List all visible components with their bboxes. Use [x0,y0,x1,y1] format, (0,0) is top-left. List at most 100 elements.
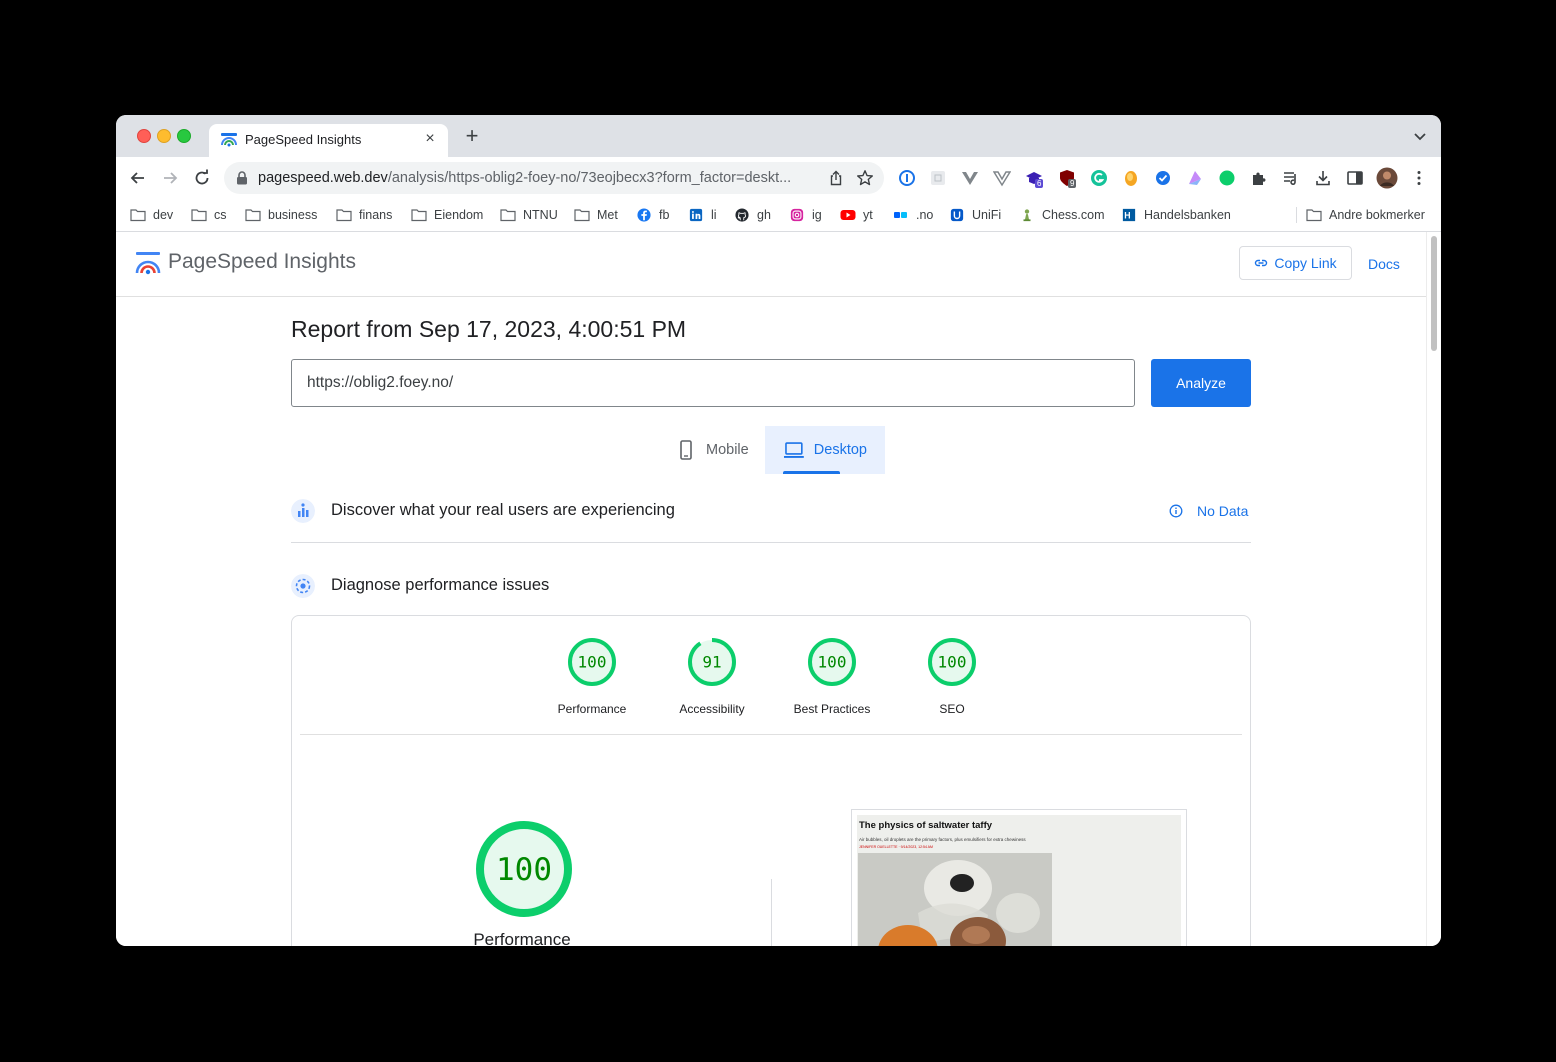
analyze-button[interactable]: Analyze [1151,359,1251,407]
score-label: Performance [557,702,627,716]
chevron-down-icon[interactable] [1413,129,1427,143]
tab-desktop[interactable]: Desktop [765,426,885,474]
browser-window: PageSpeed Insights × + pagespeed.web.dev… [116,115,1441,946]
bookmark-handelsbanken[interactable]: H Handelsbanken [1121,206,1231,224]
bookmark-label: fb [659,208,670,222]
reload-icon[interactable] [193,169,211,187]
kebab-menu-icon[interactable] [1410,169,1428,187]
gauge-ring: 100 [928,638,976,686]
close-window-button[interactable] [137,129,151,143]
bookmark-label: business [268,208,318,222]
bookmark-gh[interactable]: gh [734,206,771,224]
page-content: PageSpeed Insights Copy Link Docs Report… [116,232,1426,946]
back-icon[interactable] [129,169,147,187]
copy-link-label: Copy Link [1274,255,1337,271]
bookmark-folder-ntnu[interactable]: NTNU [500,206,558,224]
screenshot-subhead: Air bubbles, oil droplets are the primar… [859,837,1026,842]
1password-icon[interactable] [898,169,916,187]
extension-badge: 9 [1068,179,1077,188]
bookmark-label: gh [757,208,771,222]
address-bar[interactable]: pagespeed.web.dev/analysis/https-oblig2-… [224,162,884,194]
link-icon [1255,259,1268,267]
final-screenshot: The physics of saltwater taffy Air bubbl… [851,809,1187,946]
pastel-icon[interactable] [1186,169,1204,187]
profile-avatar[interactable] [1376,167,1398,189]
grammarly-icon[interactable] [1090,169,1108,187]
tab-mobile[interactable]: Mobile [657,426,767,474]
tab-close-icon[interactable]: × [420,129,440,149]
bookmark-yt[interactable]: yt [840,206,873,224]
ublock-shield-icon[interactable]: 9 [1058,169,1080,191]
folder-icon [574,209,590,222]
bookmark-folder-finans[interactable]: finans [336,206,392,224]
bookmark-star-icon[interactable] [856,169,874,187]
youtube-icon [840,210,856,220]
share-icon[interactable] [828,170,844,186]
forward-icon[interactable] [161,169,179,187]
handelsbanken-icon: H [1122,208,1136,222]
tab-desktop-label: Desktop [813,442,867,458]
scrollbar-thumb[interactable] [1431,236,1437,351]
url-host: pagespeed.web.dev [258,170,388,186]
bookmark-folder-other[interactable]: Andre bokmerker [1306,206,1425,224]
score-gauge-accessibility[interactable]: 91 Accessibility [662,636,762,716]
url-input[interactable] [291,359,1135,407]
score-gauge-performance[interactable]: 100 Performance [542,636,642,716]
bookmark-unifi[interactable]: UniFi [949,206,1001,224]
honey-icon[interactable] [1122,169,1140,187]
bookmark-label: Handelsbanken [1144,208,1231,222]
download-icon[interactable] [1314,169,1332,187]
minimize-window-button[interactable] [157,129,171,143]
puzzle-icon[interactable] [1250,169,1268,187]
address-url[interactable]: pagespeed.web.dev/analysis/https-oblig2-… [258,170,818,186]
instagram-icon [790,208,804,222]
extension-grid-icon[interactable] [929,169,947,187]
folder-icon [500,209,516,222]
score-gauge-seo[interactable]: 100 SEO [902,636,1002,716]
bookmark-chess[interactable]: Chess.com [1019,206,1105,224]
tab-selected-indicator [783,471,840,474]
vertical-divider [771,879,772,946]
bookmark-folder-cs[interactable]: cs [191,206,227,224]
new-tab-button[interactable]: + [460,124,484,148]
psi-header: PageSpeed Insights Copy Link Docs [116,232,1426,297]
media-queue-icon[interactable] [1282,169,1300,187]
score-gauge-best-practices[interactable]: 100 Best Practices [782,636,882,716]
score-value: 100 [578,653,607,672]
bookmark-li[interactable]: li [688,206,717,224]
zoom-window-button[interactable] [177,129,191,143]
bookmark-folder-eiendom[interactable]: Eiendom [411,206,483,224]
bookmark-label: Andre bokmerker [1329,208,1425,222]
finn-icon [894,212,907,218]
users-chart-icon [291,499,315,523]
bookmark-label: Met [597,208,618,222]
copy-link-button[interactable]: Copy Link [1239,246,1352,280]
bookmark-folder-dev[interactable]: dev [130,206,173,224]
bookmark-label: yt [863,208,873,222]
check-badge-icon[interactable] [1154,169,1172,187]
folder-icon [411,209,427,222]
bookmark-label: ig [812,208,822,222]
no-data-link[interactable]: No Data [1169,503,1248,519]
laptop-icon [783,442,804,458]
page-scrollbar[interactable] [1426,232,1441,946]
psi-brand-title: PageSpeed Insights [168,250,356,273]
vue-devtools-icon[interactable] [961,169,979,187]
green-dot-icon[interactable] [1218,169,1236,187]
folder-icon [336,209,352,222]
bookmark-folder-business[interactable]: business [245,206,317,224]
docs-link[interactable]: Docs [1368,256,1400,272]
diagnose-gauge-icon [291,574,315,598]
bookmark-finn[interactable]: .no [893,206,933,224]
report-title: Report from Sep 17, 2023, 4:00:51 PM [291,316,687,342]
score-label: Accessibility [679,702,745,716]
bookmark-ig[interactable]: ig [789,206,822,224]
bookmark-folder-met[interactable]: Met [574,206,618,224]
bookmark-fb[interactable]: fb [636,206,669,224]
side-panel-icon[interactable] [1346,169,1364,187]
facebook-icon [637,208,651,222]
browser-tab-pagespeed[interactable]: PageSpeed Insights × [209,124,448,157]
graduation-cap-icon[interactable]: 6 [1025,169,1047,191]
lock-icon[interactable] [236,171,248,185]
vue-devtools-alt-icon[interactable] [993,169,1011,187]
